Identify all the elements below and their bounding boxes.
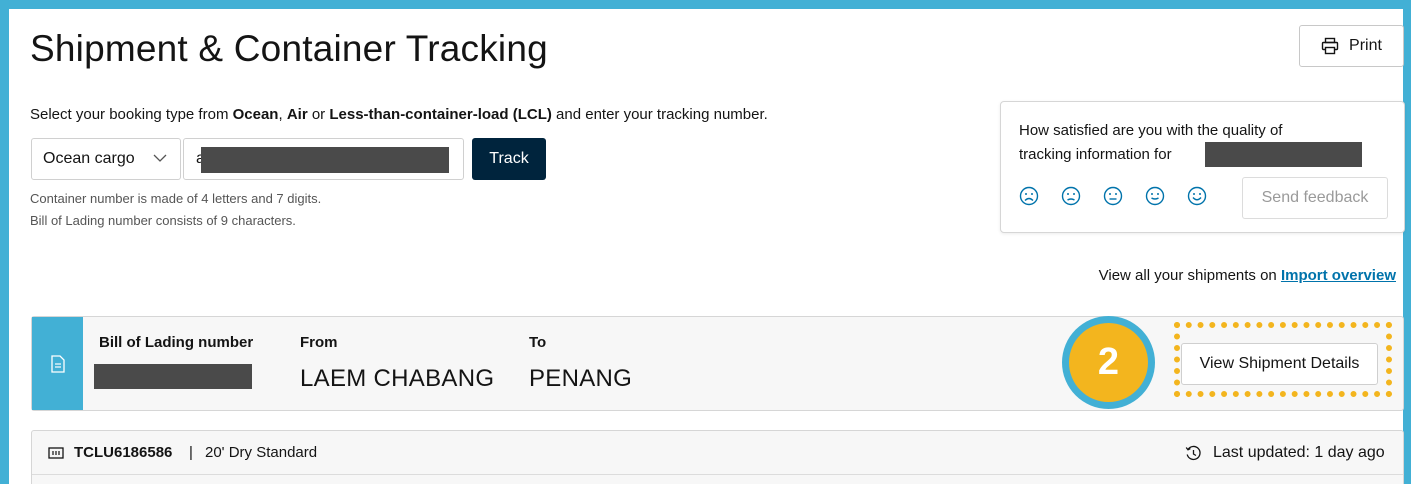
booking-type-select[interactable]: Ocean cargo bbox=[31, 138, 181, 180]
history-clock-icon bbox=[1185, 445, 1201, 461]
container-number-hint: Container number is made of 4 letters an… bbox=[30, 191, 322, 206]
instruction-or: or bbox=[307, 106, 330, 123]
printer-icon bbox=[1321, 37, 1339, 55]
send-feedback-button[interactable]: Send feedback bbox=[1242, 177, 1388, 219]
print-button[interactable]: Print bbox=[1299, 25, 1404, 67]
feedback-question-line1: How satisfied are you with the quality o… bbox=[1019, 122, 1283, 139]
import-overview-line: View all your shipments on Import overvi… bbox=[1099, 267, 1396, 284]
booking-type-value: Ocean cargo bbox=[43, 150, 135, 167]
from-label: From bbox=[300, 334, 338, 351]
highlight-frame-right bbox=[1403, 0, 1411, 484]
document-strip bbox=[32, 317, 83, 410]
search-instruction: Select your booking type from Ocean, Air… bbox=[30, 106, 768, 123]
rating-options bbox=[1019, 186, 1207, 206]
very-dissatisfied-icon[interactable] bbox=[1019, 186, 1039, 206]
container-separator: | bbox=[189, 444, 193, 461]
dissatisfied-icon[interactable] bbox=[1061, 186, 1081, 206]
redaction-bar bbox=[94, 364, 252, 389]
container-number: TCLU6186586 bbox=[74, 444, 173, 461]
destination-port: PENANG bbox=[529, 365, 633, 392]
document-icon bbox=[50, 354, 65, 373]
very-satisfied-icon[interactable] bbox=[1187, 186, 1207, 206]
view-shipment-details-button[interactable]: View Shipment Details bbox=[1181, 343, 1378, 385]
to-label: To bbox=[529, 334, 547, 351]
instruction-suffix: and enter your tracking number. bbox=[551, 106, 768, 123]
container-row[interactable]: TCLU6186586 | 20' Dry Standard Last upda… bbox=[32, 431, 1403, 475]
bol-number-label: Bill of Lading number bbox=[99, 334, 254, 351]
chevron-down-icon bbox=[153, 154, 167, 162]
feedback-card: How satisfied are you with the quality o… bbox=[1000, 101, 1405, 233]
feedback-question-line2: tracking information for bbox=[1019, 146, 1172, 163]
container-type: 20' Dry Standard bbox=[205, 444, 318, 461]
redaction-bar bbox=[201, 147, 449, 173]
type-lcl: Less-than-container-load (LCL) bbox=[329, 106, 552, 123]
import-overview-link[interactable]: Import overview bbox=[1281, 267, 1396, 284]
track-button[interactable]: Track bbox=[472, 138, 546, 180]
redaction-bar bbox=[1205, 142, 1362, 167]
step-badge: 2 bbox=[1069, 323, 1148, 402]
origin-port: LAEM CHABANG bbox=[300, 365, 495, 392]
highlight-frame-left bbox=[0, 0, 9, 484]
type-ocean: Ocean bbox=[232, 106, 279, 123]
bol-number-hint: Bill of Lading number consists of 9 char… bbox=[30, 213, 296, 228]
container-card: TCLU6186586 | 20' Dry Standard Last upda… bbox=[31, 430, 1404, 484]
last-updated: Last updated: 1 day ago bbox=[1213, 444, 1385, 461]
instruction-prefix: Select your booking type from bbox=[30, 106, 233, 123]
type-air: Air bbox=[286, 106, 308, 123]
highlight-frame-top bbox=[0, 0, 1411, 9]
neutral-icon[interactable] bbox=[1103, 186, 1123, 206]
page-title: Shipment & Container Tracking bbox=[30, 28, 548, 69]
overview-prefix: View all your shipments on bbox=[1098, 267, 1281, 284]
print-label: Print bbox=[1349, 37, 1382, 54]
container-icon bbox=[48, 447, 64, 459]
instruction-comma: , bbox=[278, 106, 287, 123]
satisfied-icon[interactable] bbox=[1145, 186, 1165, 206]
